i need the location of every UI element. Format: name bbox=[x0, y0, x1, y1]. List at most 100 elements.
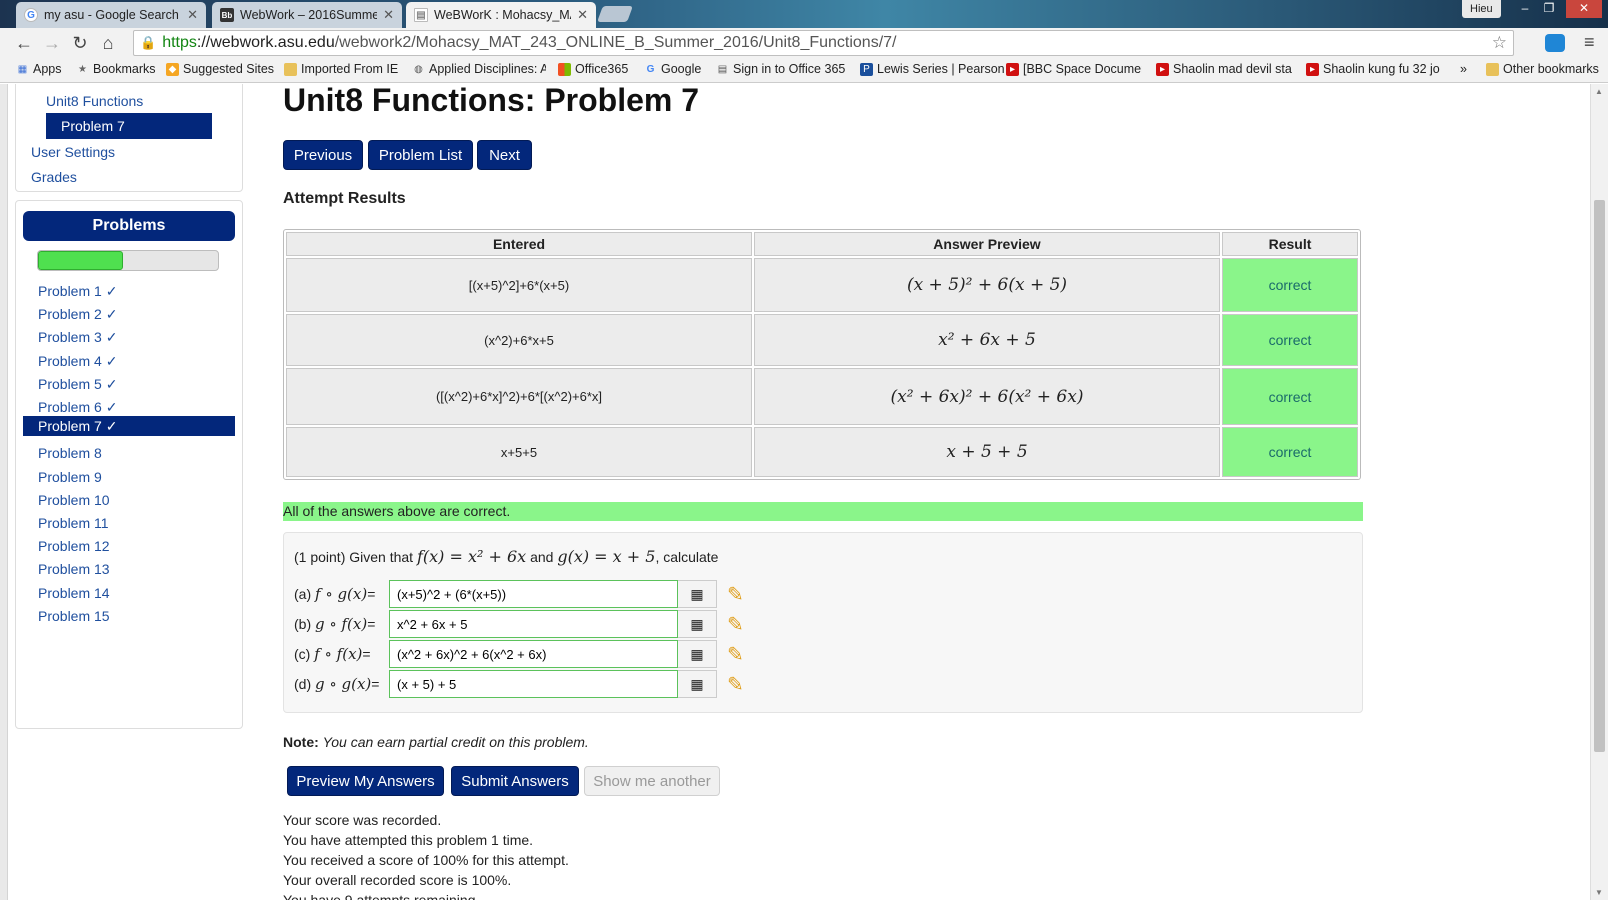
sidebar-item-problem-1[interactable]: Problem 1 ✓ bbox=[38, 283, 117, 300]
document-icon: ▤ bbox=[414, 8, 428, 22]
bookmark-star-icon[interactable]: ☆ bbox=[1492, 33, 1507, 53]
equation-editor-icon[interactable]: ▦ bbox=[678, 640, 717, 668]
tab-webwork-active[interactable]: ▤ WeBWorK : Mohacsy_MAT ✕ bbox=[406, 2, 596, 28]
sidebar-item-problem-11[interactable]: Problem 11 bbox=[38, 515, 109, 531]
answer-label: (d) g ∘ g(x)= bbox=[294, 675, 380, 693]
score-status: Your score was recorded. You have attemp… bbox=[283, 810, 569, 900]
back-icon[interactable]: ← bbox=[10, 33, 38, 54]
sidebar-item-problem-6[interactable]: Problem 6 ✓ bbox=[38, 399, 117, 416]
pencil-icon[interactable]: ✎ bbox=[727, 672, 744, 697]
pencil-icon[interactable]: ✎ bbox=[727, 582, 744, 607]
entered-cell: [(x+5)^2]+6*(x+5) bbox=[286, 258, 752, 312]
folder-icon bbox=[1486, 62, 1499, 76]
bookmark-bbc-space[interactable]: ▸ [BBC Space Documen bbox=[1006, 62, 1142, 76]
bookmark-apps[interactable]: ▦ Apps bbox=[16, 62, 62, 76]
reload-icon[interactable]: ↻ bbox=[66, 33, 94, 54]
preview-cell: (x² + 6x)² + 6(x² + 6x) bbox=[754, 368, 1220, 425]
profile-button[interactable]: Hieu bbox=[1462, 0, 1501, 18]
bookmark-imported-from-ie[interactable]: Imported From IE bbox=[284, 62, 398, 76]
answer-input-a[interactable] bbox=[389, 580, 678, 608]
table-row: ([(x^2)+6*x]^2)+6*[(x^2)+6*x] (x² + 6x)²… bbox=[286, 368, 1358, 425]
scroll-down-icon[interactable]: ▼ bbox=[1595, 888, 1603, 897]
close-tab-icon[interactable]: ✕ bbox=[187, 7, 198, 23]
bookmark-google[interactable]: G Google bbox=[644, 62, 702, 76]
forward-icon[interactable]: → bbox=[38, 33, 66, 54]
bookmark-bookmarks[interactable]: ★ Bookmarks bbox=[76, 62, 156, 76]
close-tab-icon[interactable]: ✕ bbox=[577, 7, 588, 23]
restore-icon[interactable]: ❐ bbox=[1536, 0, 1562, 18]
sidebar-item-problem-15[interactable]: Problem 15 bbox=[38, 608, 110, 624]
bookmark-other-bookmarks[interactable]: Other bookmarks bbox=[1486, 62, 1599, 76]
preview-cell: x² + 6x + 5 bbox=[754, 314, 1220, 366]
bookmark-lewis-series[interactable]: P Lewis Series | Pearson bbox=[860, 62, 1005, 76]
all-correct-message: All of the answers above are correct. bbox=[283, 502, 1363, 521]
bookmark-sign-in-office365[interactable]: ▤ Sign in to Office 365 bbox=[716, 62, 846, 76]
f-definition: f(x) = x² + 6x bbox=[416, 547, 527, 566]
page-title: Unit8 Functions: Problem 7 bbox=[283, 84, 700, 118]
sidebar-item-problem-14[interactable]: Problem 14 bbox=[38, 585, 110, 601]
status-line: Your score was recorded. bbox=[283, 812, 442, 828]
sidebar-current-problem[interactable]: Problem 7 bbox=[46, 113, 212, 139]
pencil-icon[interactable]: ✎ bbox=[727, 612, 744, 637]
result-cell: correct bbox=[1222, 427, 1358, 477]
address-bar[interactable]: 🔒 https://webwork.asu.edu/webwork2/Mohac… bbox=[133, 30, 1514, 56]
scroll-up-icon[interactable]: ▲ bbox=[1595, 87, 1603, 96]
sidebar-item-problem-5[interactable]: Problem 5 ✓ bbox=[38, 376, 117, 393]
extension-icon[interactable] bbox=[1545, 34, 1565, 52]
close-window-icon[interactable]: ✕ bbox=[1566, 0, 1602, 18]
progress-bar bbox=[37, 250, 219, 271]
sidebar-link-set[interactable]: Unit8 Functions bbox=[46, 93, 143, 109]
sidebar-item-problem-8[interactable]: Problem 8 bbox=[38, 445, 102, 461]
bookmark-shaolin-mad-devil[interactable]: ▸ Shaolin mad devil sta bbox=[1156, 62, 1292, 76]
sidebar-item-problem-13[interactable]: Problem 13 bbox=[38, 561, 110, 577]
status-line: You have 9 attempts remaining. bbox=[283, 892, 480, 900]
chrome-menu-icon[interactable]: ≡ bbox=[1584, 32, 1595, 53]
home-icon[interactable]: ⌂ bbox=[94, 33, 122, 54]
preview-answers-button[interactable]: Preview My Answers bbox=[287, 766, 444, 796]
answer-row-d: (d) g ∘ g(x)= ▦ ✎ bbox=[294, 669, 744, 699]
header-result: Result bbox=[1222, 232, 1358, 256]
answer-input-c[interactable] bbox=[389, 640, 678, 668]
sidebar-item-problem-3[interactable]: Problem 3 ✓ bbox=[38, 329, 117, 346]
answer-row-b: (b) g ∘ f(x)= ▦ ✎ bbox=[294, 609, 744, 639]
answer-input-d[interactable] bbox=[389, 670, 678, 698]
progress-fill bbox=[38, 251, 123, 270]
problem-prompt: (1 point) Given that f(x) = x² + 6x and … bbox=[294, 547, 719, 566]
sidebar-item-problem-12[interactable]: Problem 12 bbox=[38, 538, 110, 554]
sidebar-item-problem-7[interactable]: Problem 7 ✓ bbox=[23, 416, 235, 437]
bookmark-office365[interactable]: Office365 bbox=[558, 62, 628, 76]
equation-editor-icon[interactable]: ▦ bbox=[678, 580, 717, 608]
result-cell: correct bbox=[1222, 258, 1358, 312]
next-button[interactable]: Next bbox=[477, 140, 532, 170]
scrollbar-thumb[interactable] bbox=[1594, 200, 1605, 752]
url-scheme: https bbox=[162, 34, 197, 51]
vertical-scrollbar[interactable]: ▲ ▼ bbox=[1590, 84, 1608, 900]
sidebar-link-user-settings[interactable]: User Settings bbox=[31, 144, 115, 160]
new-tab-button[interactable] bbox=[597, 6, 633, 22]
show-another-button[interactable]: Show me another bbox=[584, 766, 720, 796]
bookmark-applied-disciplines[interactable]: ◍ Applied Disciplines: A bbox=[412, 62, 546, 76]
close-tab-icon[interactable]: ✕ bbox=[383, 7, 394, 23]
problem-list-button[interactable]: Problem List bbox=[368, 140, 473, 170]
sidebar-item-problem-4[interactable]: Problem 4 ✓ bbox=[38, 353, 117, 370]
pearson-icon: P bbox=[860, 62, 873, 76]
submit-answers-button[interactable]: Submit Answers bbox=[451, 766, 579, 796]
sidebar-item-problem-9[interactable]: Problem 9 bbox=[38, 469, 102, 485]
bookmark-shaolin-kung-fu[interactable]: ▸ Shaolin kung fu 32 jo bbox=[1306, 62, 1442, 76]
pencil-icon[interactable]: ✎ bbox=[727, 642, 744, 667]
blackboard-icon: Bb bbox=[220, 8, 234, 22]
bookmark-suggested-sites[interactable]: ◆ Suggested Sites bbox=[166, 62, 274, 76]
equation-editor-icon[interactable]: ▦ bbox=[678, 670, 717, 698]
minimize-icon[interactable]: – bbox=[1512, 0, 1538, 18]
answer-row-c: (c) f ∘ f(x)= ▦ ✎ bbox=[294, 639, 744, 669]
equation-editor-icon[interactable]: ▦ bbox=[678, 610, 717, 638]
sidebar-item-problem-2[interactable]: Problem 2 ✓ bbox=[38, 306, 117, 323]
tab-google-search[interactable]: G my asu - Google Search ✕ bbox=[16, 2, 206, 28]
answer-input-b[interactable] bbox=[389, 610, 678, 638]
header-entered: Entered bbox=[286, 232, 752, 256]
sidebar-item-problem-10[interactable]: Problem 10 bbox=[38, 492, 110, 508]
tab-webwork-blackboard[interactable]: Bb WebWork – 2016Summer ✕ bbox=[212, 2, 402, 28]
sidebar-link-grades[interactable]: Grades bbox=[31, 169, 77, 185]
previous-button[interactable]: Previous bbox=[283, 140, 363, 170]
bookmarks-overflow[interactable]: » bbox=[1460, 62, 1467, 76]
